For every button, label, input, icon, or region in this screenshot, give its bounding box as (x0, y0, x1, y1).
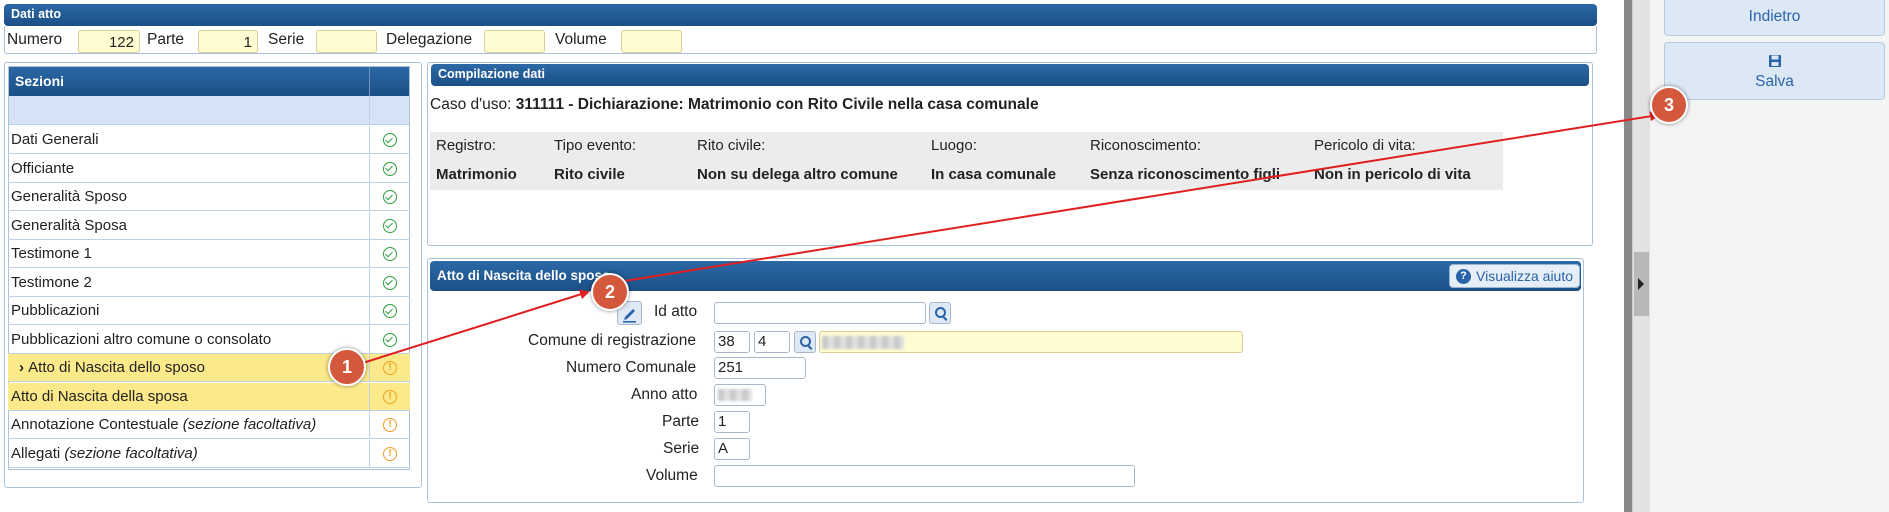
annotation-badge-1: 1 (328, 348, 366, 386)
arrow-1-to-2 (349, 289, 590, 368)
arrow-2-to-3 (611, 111, 1660, 284)
annotation-badge-3: 3 (1650, 86, 1688, 124)
annotation-arrows (349, 111, 1660, 368)
annotation-badge-2: 2 (591, 273, 629, 311)
